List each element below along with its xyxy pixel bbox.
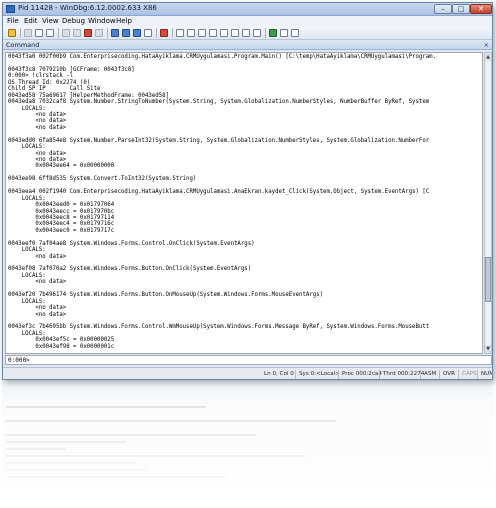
scroll-up-arrow-icon[interactable]: ▲ [485,53,491,61]
close-button[interactable]: ✕ [470,4,492,14]
status-process: Proc 000:2ca4 [338,370,382,379]
menu-debug[interactable]: Debug [62,17,85,25]
toolbar-separator [265,28,266,38]
go-icon[interactable] [62,29,70,37]
step-over-icon[interactable] [122,29,130,37]
status-asm: ASM [420,370,436,379]
registers-icon[interactable] [209,29,217,37]
toolbar-separator [172,28,173,38]
window-title: Pid 11428 - WinDbg:6.12.0002.633 X86 [18,4,157,12]
windbg-app-icon [6,5,15,13]
breakpoint-icon[interactable] [160,29,168,37]
output-line: 0x0043ef98 = 0x0000001c [8,343,115,350]
vertical-scrollbar[interactable]: ▲ ▼ [484,52,492,354]
status-ovr: OVR [439,370,455,379]
disassembly-icon[interactable] [242,29,250,37]
locals-icon[interactable] [198,29,206,37]
menu-window[interactable]: Window [88,17,116,25]
status-line-col: Ln 0, Col 0 [264,371,294,377]
command-prompt: 0:000> [8,357,30,364]
stop-icon[interactable] [84,29,92,37]
output-line: 0043eda8 7032caf8 System.Number.StringTo… [8,99,430,106]
menu-view[interactable]: View [42,17,59,25]
close-icon[interactable]: × [484,41,489,49]
title-bar: Pid 11428 - WinDbg:6.12.0002.633 X86 – □… [3,3,492,16]
output-line: 0043edd0 6fa854e8 System.Number.ParseInt… [8,137,430,144]
status-caps: CAPS [458,370,477,379]
paste-icon[interactable] [46,29,54,37]
options-icon[interactable] [291,29,299,37]
call-stack-icon[interactable] [231,29,239,37]
cut-icon[interactable] [24,29,32,37]
output-line: 0043f3a0 002f00b9 Com.Enterprisecoding.H… [8,54,437,60]
toolbar-separator [58,28,59,38]
minimize-button[interactable]: – [434,4,452,14]
step-out-icon[interactable] [133,29,141,37]
open-icon[interactable] [8,29,16,37]
menu-help[interactable]: Help [116,17,132,25]
output-line: 0043ef3c 7b4695bb System.Windows.Forms.C… [8,324,430,331]
status-system: Sys 0:<Local> [295,370,340,379]
command-panel-label: Command [6,41,40,49]
status-thread: Thrd 000:2274 [379,370,424,379]
restart-icon[interactable] [73,29,81,37]
memory-icon[interactable] [220,29,228,37]
status-num: NUM [477,370,492,379]
toolbar-separator [107,28,108,38]
run-to-cursor-icon[interactable] [144,29,152,37]
step-into-icon[interactable] [111,29,119,37]
output-line: 0043eea4 002f1940 Com.Enterprisecoding.H… [8,189,430,196]
maximize-button[interactable]: □ [452,4,470,14]
font-icon[interactable] [280,29,288,37]
menu-file[interactable]: File [7,17,19,25]
windbg-window: Pid 11428 - WinDbg:6.12.0002.633 X86 – □… [2,2,493,380]
command-output-lines: 0043f3a0 002f00b9 Com.Enterprisecoding.H… [8,54,482,350]
scratch-pad-icon[interactable] [253,29,261,37]
break-icon[interactable] [95,29,103,37]
command-panel-header: Command × [3,41,492,50]
command-window-icon[interactable] [176,29,184,37]
toolbar-separator [20,28,21,38]
command-input[interactable] [36,357,486,364]
command-input-row: 0:000> [5,355,492,365]
status-bar: Ln 0, Col 0 Sys 0:<Local> Proc 000:2ca4 … [3,367,492,379]
command-output[interactable]: 0043f3a0 002f00b9 Com.Enterprisecoding.H… [5,52,483,354]
watch-icon[interactable] [187,29,195,37]
source-mode-icon[interactable] [269,29,277,37]
toolbar-separator [156,28,157,38]
copy-icon[interactable] [35,29,43,37]
window-reflection [2,381,493,508]
scroll-down-arrow-icon[interactable]: ▼ [485,345,491,353]
menu-bar: File Edit View Debug Window Help [3,16,492,26]
menu-edit[interactable]: Edit [24,17,38,25]
toolbar [3,26,492,40]
scrollbar-thumb[interactable] [485,257,491,302]
